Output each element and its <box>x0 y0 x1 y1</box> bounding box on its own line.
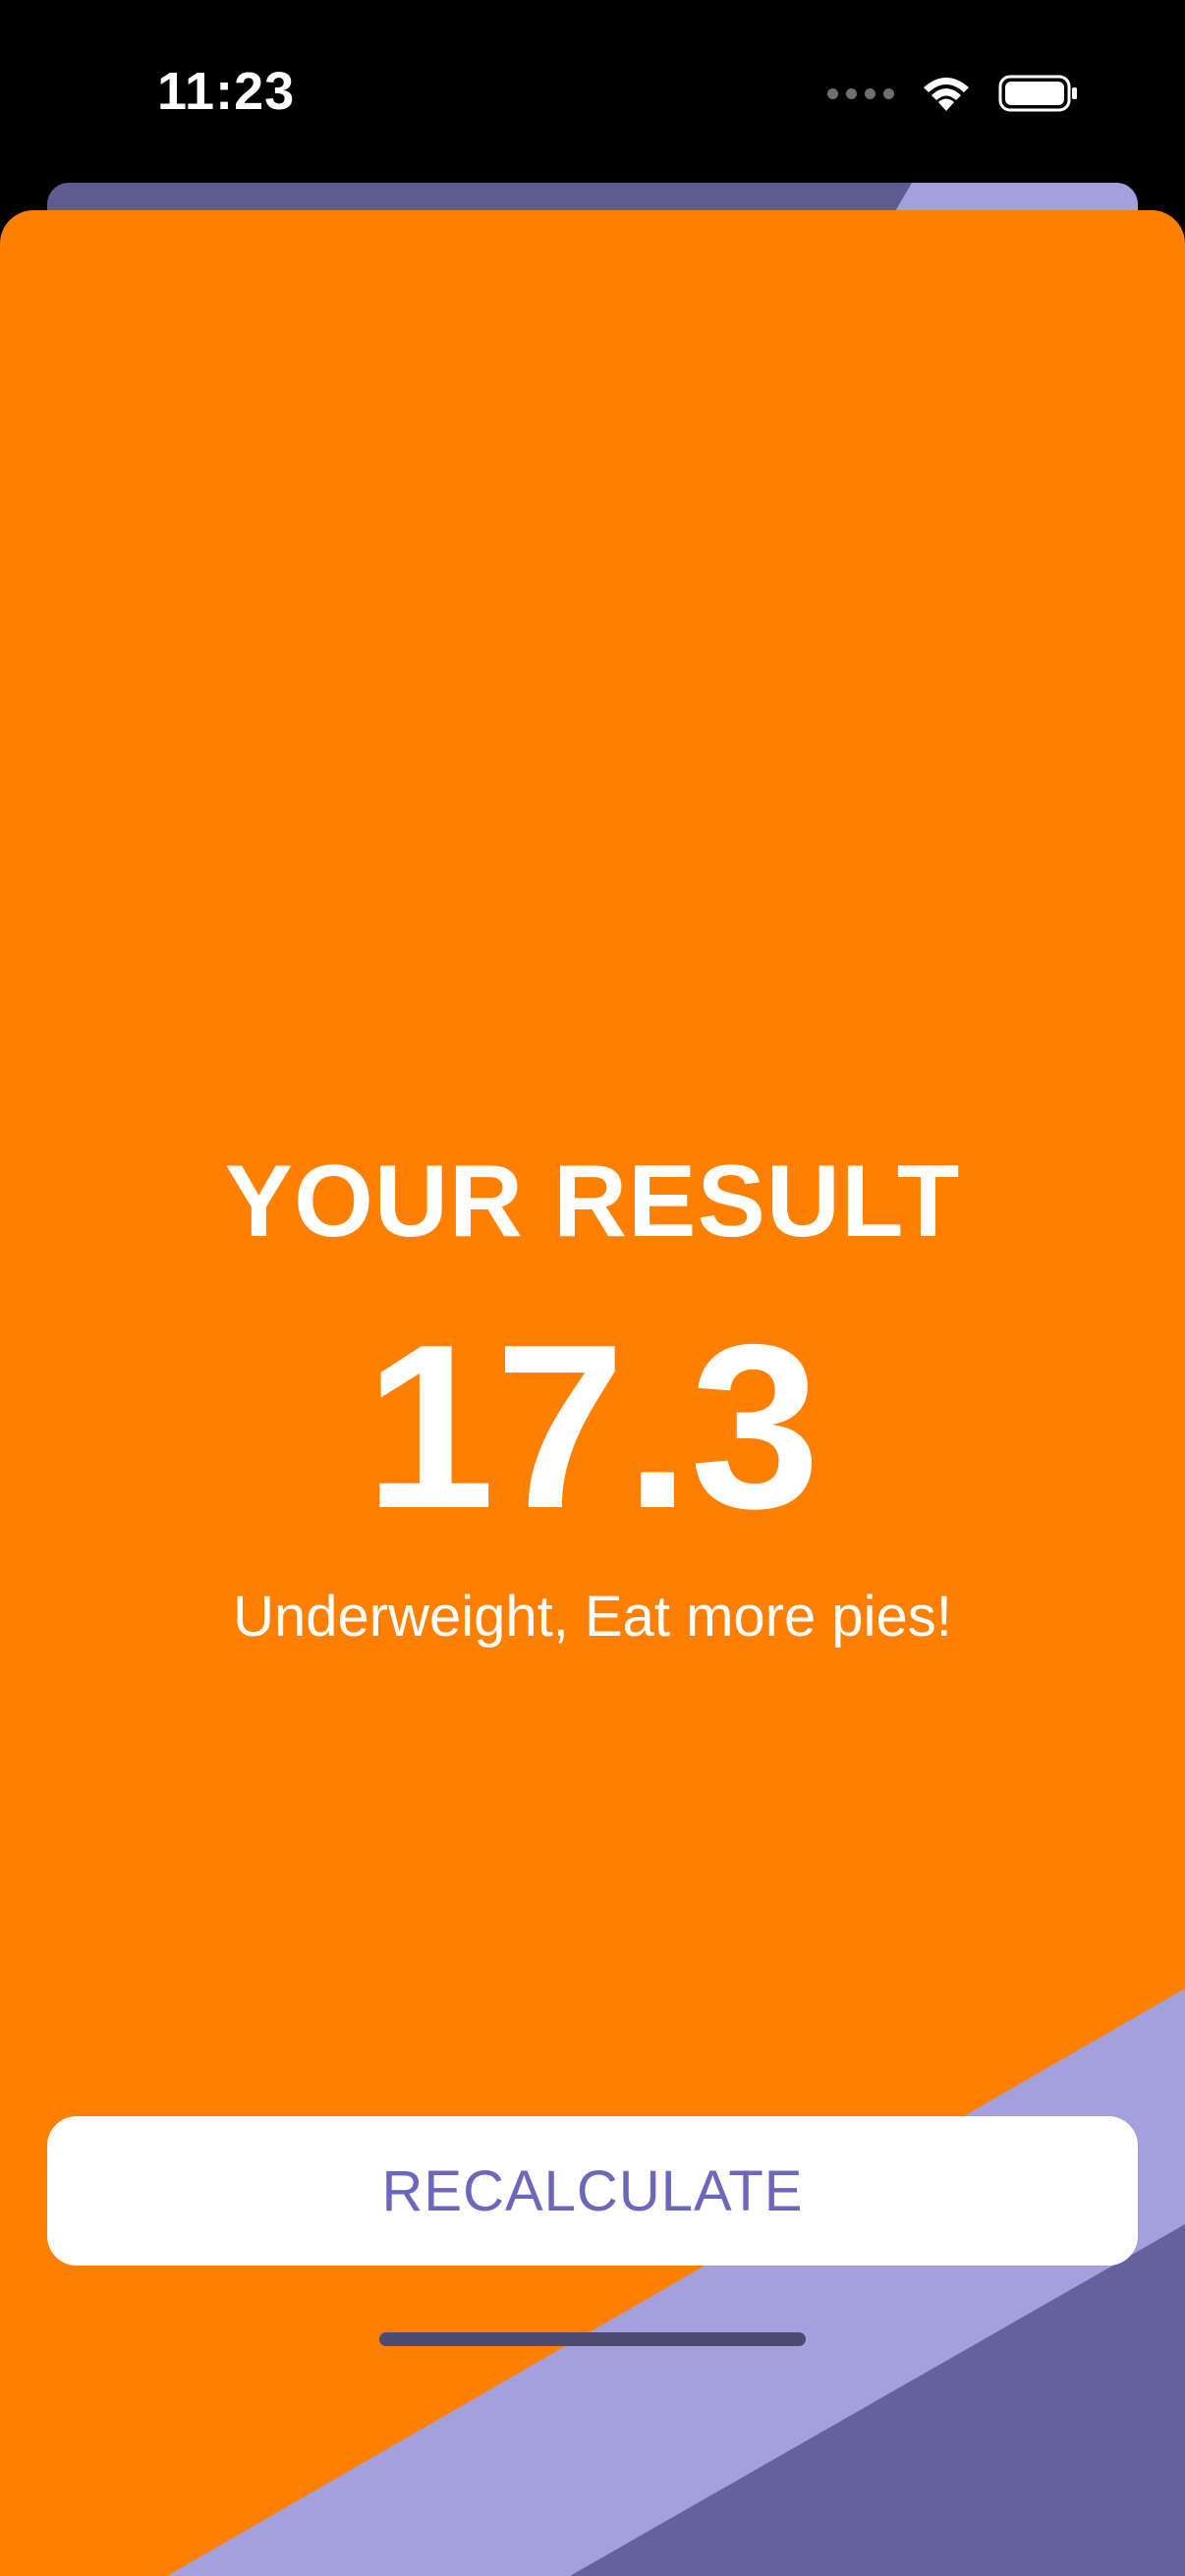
status-bar: 11:23 <box>0 0 1185 187</box>
home-indicator <box>379 2332 806 2346</box>
status-time: 11:23 <box>157 62 296 121</box>
result-title: YOUR RESULT <box>224 1145 961 1259</box>
wifi-icon <box>924 78 969 111</box>
bmi-value: 17.3 <box>365 1297 820 1557</box>
recalculate-button[interactable]: RECALCULATE <box>47 2116 1138 2266</box>
battery-icon <box>998 75 1077 112</box>
bmi-advice: Underweight, Eat more pies! <box>233 1585 952 1649</box>
cellular-dots-icon <box>827 87 894 99</box>
status-icons <box>827 69 1079 118</box>
result-screen: 11:23 YOUR RESULT 17.3 Underweight, Eat … <box>0 0 1185 2576</box>
